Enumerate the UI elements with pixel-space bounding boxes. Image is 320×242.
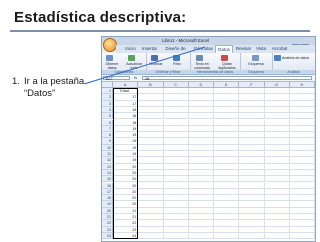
- table-cell[interactable]: [264, 232, 290, 240]
- data-analysis-icon: [274, 55, 281, 61]
- data-analysis-button[interactable]: Análisis de datos: [282, 56, 314, 60]
- window-controls: [291, 38, 313, 69]
- tab-diseno-pagina[interactable]: Diseño de página: [160, 45, 191, 59]
- excel-window: Libro1 - Microsoft Excel Inicio Insertar…: [101, 36, 316, 242]
- office-button-icon[interactable]: [103, 38, 117, 52]
- window-titlebar: Libro1 - Microsoft Excel: [102, 37, 315, 69]
- ribbon-group-analisis: Análisis de datos Análisis: [272, 53, 315, 74]
- tab-revisar[interactable]: Revisar: [234, 45, 253, 53]
- tab-insertar[interactable]: Insertar: [140, 45, 159, 53]
- table-cell[interactable]: 24: [113, 232, 139, 240]
- ribbon-group-esquema: Esquema Esquema: [240, 53, 273, 74]
- table-cell[interactable]: [214, 232, 240, 240]
- fx-icon[interactable]: fx: [134, 75, 137, 81]
- remove-duplicates-icon: [221, 55, 228, 61]
- tab-formulas[interactable]: Fórmulas: [193, 45, 214, 53]
- window-title: Libro1 - Microsoft Excel: [162, 38, 210, 43]
- title-divider: [10, 30, 310, 32]
- tab-datos[interactable]: Datos: [215, 45, 233, 53]
- tab-vista[interactable]: Vista: [254, 45, 268, 53]
- ribbon-tabs: Inicio Insertar Diseño de página Fórmula…: [116, 45, 315, 59]
- group-label: Esquema: [240, 70, 272, 74]
- ribbon-group-ordenar: Ordenar Filtro Ordenar y filtrar: [146, 53, 191, 74]
- refresh-all-button[interactable]: Actualizar todo: [123, 62, 145, 70]
- tab-inicio[interactable]: Inicio: [122, 45, 139, 53]
- sort-icon: [151, 55, 158, 61]
- group-label: Herramientas de datos: [190, 70, 240, 74]
- table-cell[interactable]: [163, 232, 189, 240]
- outline-icon: [252, 55, 259, 61]
- ribbon-group-herramientas: Texto en columnas Quitar duplicados Herr…: [190, 53, 241, 74]
- text-to-columns-icon: [196, 55, 203, 61]
- formula-input[interactable]: 26: [142, 75, 312, 81]
- text-to-columns-button[interactable]: Texto en columnas: [190, 62, 214, 70]
- database-icon: [106, 55, 113, 61]
- group-label: Conexiones: [102, 70, 146, 74]
- remove-duplicates-button[interactable]: Quitar duplicados: [215, 62, 239, 70]
- refresh-icon: [128, 55, 135, 61]
- tab-acrobat[interactable]: Acrobat: [270, 45, 289, 53]
- formula-bar: A27 fx 26: [102, 75, 315, 82]
- filter-icon: [173, 55, 180, 61]
- worksheet-grid[interactable]: A B C D E F G H 1 Edad 2 17 3 17 4 18 5 18 6 18 7 19 8 19 9 19 10 1…: [102, 82, 315, 241]
- ribbon-group-conexiones: Obtener datos externos Actualizar todo C…: [102, 53, 147, 74]
- sort-button[interactable]: Ordenar: [146, 62, 166, 66]
- ribbon: Obtener datos externos Actualizar todo C…: [102, 53, 315, 75]
- outline-button[interactable]: Esquema: [240, 62, 272, 66]
- slide-title: Estadística descriptiva:: [14, 9, 187, 26]
- group-label: Ordenar y filtrar: [146, 70, 190, 74]
- bullet-number: 1.: [12, 76, 20, 87]
- table-cell[interactable]: [188, 232, 214, 240]
- table-cell[interactable]: [138, 232, 164, 240]
- name-box[interactable]: A27: [103, 75, 130, 81]
- table-cell[interactable]: [239, 232, 265, 240]
- group-label: Análisis: [272, 70, 315, 74]
- table-cell[interactable]: [289, 232, 315, 240]
- filter-button[interactable]: Filtro: [167, 62, 187, 66]
- row-header[interactable]: 24: [102, 232, 113, 240]
